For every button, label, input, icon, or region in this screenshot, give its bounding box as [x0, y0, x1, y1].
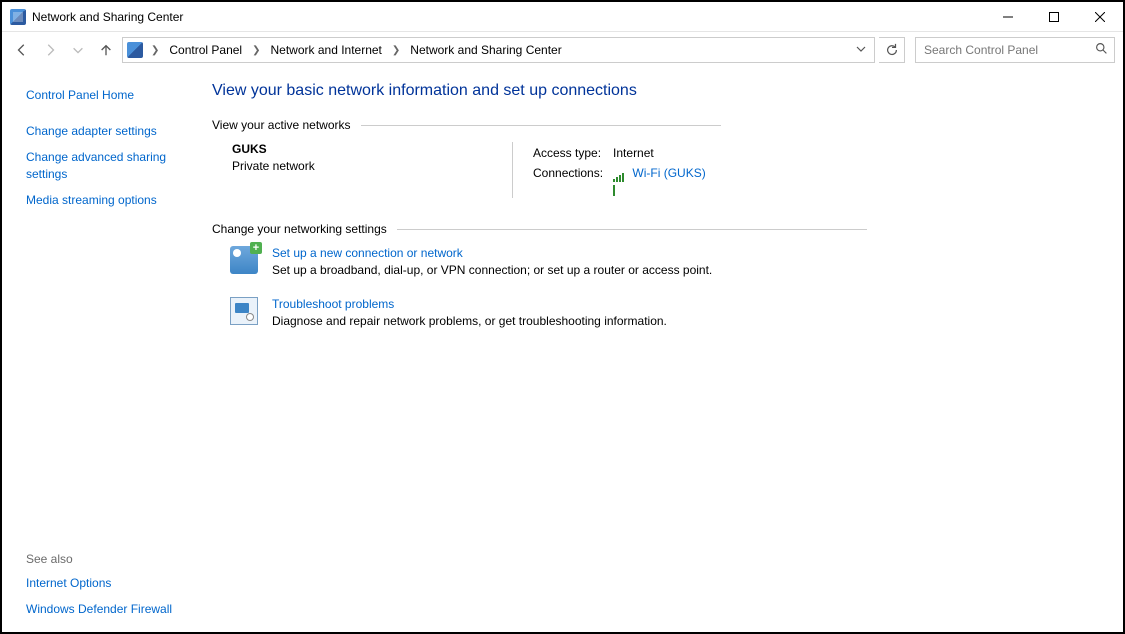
chevron-right-icon[interactable]: ❯ [250, 45, 262, 56]
change-settings-label: Change your networking settings [212, 222, 1103, 236]
wifi-signal-icon [613, 168, 627, 179]
up-button[interactable] [94, 38, 118, 62]
search-input[interactable] [922, 42, 1095, 58]
troubleshoot-item: Troubleshoot problems Diagnose and repai… [230, 297, 1103, 328]
address-icon [127, 42, 143, 58]
refresh-button[interactable] [879, 37, 905, 63]
connections-label: Connections: [533, 164, 611, 182]
active-networks-label: View your active networks [212, 118, 1103, 132]
network-name: GUKS [232, 142, 512, 156]
breadcrumb-control-panel[interactable]: Control Panel [167, 41, 244, 59]
breadcrumb-network-internet[interactable]: Network and Internet [269, 41, 384, 59]
chevron-right-icon[interactable]: ❯ [149, 45, 161, 56]
address-bar[interactable]: ❯ Control Panel ❯ Network and Internet ❯… [122, 37, 875, 63]
titlebar: Network and Sharing Center [2, 2, 1123, 32]
active-network-box: GUKS Private network Access type: Intern… [232, 142, 1103, 198]
maximize-button[interactable] [1031, 2, 1077, 32]
setup-connection-desc: Set up a broadband, dial-up, or VPN conn… [272, 263, 712, 277]
page-heading: View your basic network information and … [212, 78, 1103, 114]
troubleshoot-icon [230, 297, 258, 325]
close-button[interactable] [1077, 2, 1123, 32]
recent-dropdown-button[interactable] [66, 38, 90, 62]
nav-row: ❯ Control Panel ❯ Network and Internet ❯… [2, 32, 1123, 68]
vertical-divider [512, 142, 513, 198]
seealso-defender-firewall[interactable]: Windows Defender Firewall [26, 596, 190, 622]
setup-connection-link[interactable]: Set up a new connection or network [272, 246, 712, 260]
connection-link[interactable]: Wi-Fi (GUKS) [632, 166, 705, 180]
search-icon[interactable] [1095, 42, 1108, 58]
setup-connection-item: Set up a new connection or network Set u… [230, 246, 1103, 277]
window-title: Network and Sharing Center [32, 10, 183, 24]
main-content: View your basic network information and … [202, 68, 1123, 632]
setup-connection-icon [230, 246, 258, 274]
search-box[interactable] [915, 37, 1115, 63]
forward-button[interactable] [38, 38, 62, 62]
network-type: Private network [232, 159, 512, 173]
sidebar: Control Panel Home Change adapter settin… [2, 68, 202, 632]
access-type-value: Internet [613, 144, 714, 162]
troubleshoot-desc: Diagnose and repair network problems, or… [272, 314, 667, 328]
back-button[interactable] [10, 38, 34, 62]
minimize-button[interactable] [985, 2, 1031, 32]
troubleshoot-link[interactable]: Troubleshoot problems [272, 297, 667, 311]
see-also-label: See also [26, 546, 190, 570]
sidebar-link-advanced-sharing[interactable]: Change advanced sharing settings [26, 144, 190, 186]
address-dropdown-button[interactable] [852, 43, 870, 57]
breadcrumb-current[interactable]: Network and Sharing Center [408, 41, 563, 59]
sidebar-link-media-streaming[interactable]: Media streaming options [26, 187, 190, 213]
chevron-right-icon[interactable]: ❯ [390, 45, 402, 56]
seealso-internet-options[interactable]: Internet Options [26, 570, 190, 596]
sidebar-link-adapter[interactable]: Change adapter settings [26, 118, 190, 144]
control-panel-home-link[interactable]: Control Panel Home [26, 82, 190, 108]
app-icon [10, 9, 26, 25]
access-type-label: Access type: [533, 144, 611, 162]
